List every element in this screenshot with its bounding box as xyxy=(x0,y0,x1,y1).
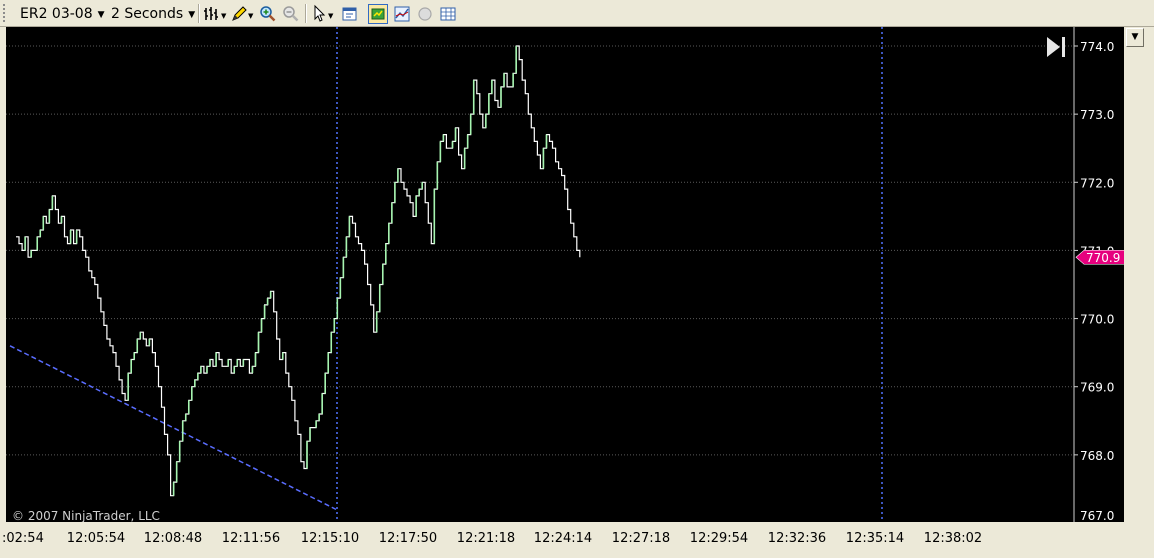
x-tick-label: 12:27:18 xyxy=(611,531,671,546)
chevron-down-icon: ▼ xyxy=(97,10,105,20)
chevron-down-icon[interactable]: ▼ xyxy=(1126,28,1144,47)
x-tick-label: 12:32:36 xyxy=(767,531,827,546)
toolbar-separator xyxy=(305,4,307,23)
x-tick-label: 12:38:02 xyxy=(923,531,983,546)
pencil-icon[interactable] xyxy=(229,4,249,24)
instrument-label: ER2 03-08 xyxy=(20,6,93,22)
interval-selector[interactable]: 2 Seconds ▼ xyxy=(111,4,195,24)
zoom-in-icon[interactable] xyxy=(258,4,278,24)
strategies-icon[interactable] xyxy=(415,4,435,24)
y-tick-label: 774.0 xyxy=(1080,40,1114,54)
time-axis: :02:54 12:05:54 12:08:48 12:11:56 12:15:10 12… xyxy=(0,522,1154,558)
x-tick-label: 12:11:56 xyxy=(221,531,281,546)
instrument-selector[interactable]: ER2 03-08 ▼ xyxy=(20,4,105,24)
x-tick-label: 12:08:48 xyxy=(143,531,203,546)
x-tick-label: 12:15:10 xyxy=(300,531,360,546)
interval-label: 2 Seconds xyxy=(111,6,184,22)
cursor-dropdown-icon[interactable]: ▼ xyxy=(328,12,333,20)
x-tick-label: 12:05:54 xyxy=(66,531,126,546)
right-strip: ▼ xyxy=(1124,27,1154,522)
bar-style-icon[interactable] xyxy=(202,4,222,24)
last-price-label: 770.9 xyxy=(1086,251,1120,265)
y-tick-label: 770.0 xyxy=(1080,313,1114,327)
toolbar-grip[interactable] xyxy=(3,4,9,22)
y-tick-label: 772.0 xyxy=(1080,176,1114,190)
x-tick-label: 12:21:18 xyxy=(456,531,516,546)
zoom-out-icon[interactable] xyxy=(281,4,301,24)
chart-toolbar: ER2 03-08 ▼ 2 Seconds ▼ ▼ ▼ ▼ xyxy=(0,0,1154,27)
drawing-dropdown-icon[interactable]: ▼ xyxy=(248,12,253,20)
scroll-to-end-icon[interactable] xyxy=(1047,37,1065,57)
x-tick-label: 12:35:14 xyxy=(845,531,905,546)
toolbar-separator xyxy=(198,4,200,23)
bar-style-dropdown-icon[interactable]: ▼ xyxy=(221,12,226,20)
price-chart-svg: 774.0773.0772.0771.0770.0769.0768.0767.0… xyxy=(6,27,1124,522)
copyright-label: © 2007 NinjaTrader, LLC xyxy=(12,509,160,523)
x-tick-label: 12:17:50 xyxy=(378,531,438,546)
chevron-down-icon: ▼ xyxy=(188,10,196,20)
y-tick-label: 769.0 xyxy=(1080,381,1114,395)
cursor-icon[interactable] xyxy=(309,4,329,24)
y-tick-label: 767.0 xyxy=(1080,509,1114,522)
indicators-icon[interactable] xyxy=(392,4,412,24)
properties-icon[interactable] xyxy=(340,4,360,24)
y-tick-label: 773.0 xyxy=(1080,108,1114,122)
y-tick-label: 768.0 xyxy=(1080,449,1114,463)
x-tick-label: 12:29:54 xyxy=(689,531,749,546)
x-tick-label: 12:24:14 xyxy=(533,531,593,546)
x-tick-label: :02:54 xyxy=(2,531,44,546)
price-chart[interactable]: 774.0773.0772.0771.0770.0769.0768.0767.0… xyxy=(6,27,1124,522)
price-line-series xyxy=(16,45,581,497)
grid-icon[interactable] xyxy=(438,4,458,24)
data-box-icon[interactable] xyxy=(368,4,388,24)
